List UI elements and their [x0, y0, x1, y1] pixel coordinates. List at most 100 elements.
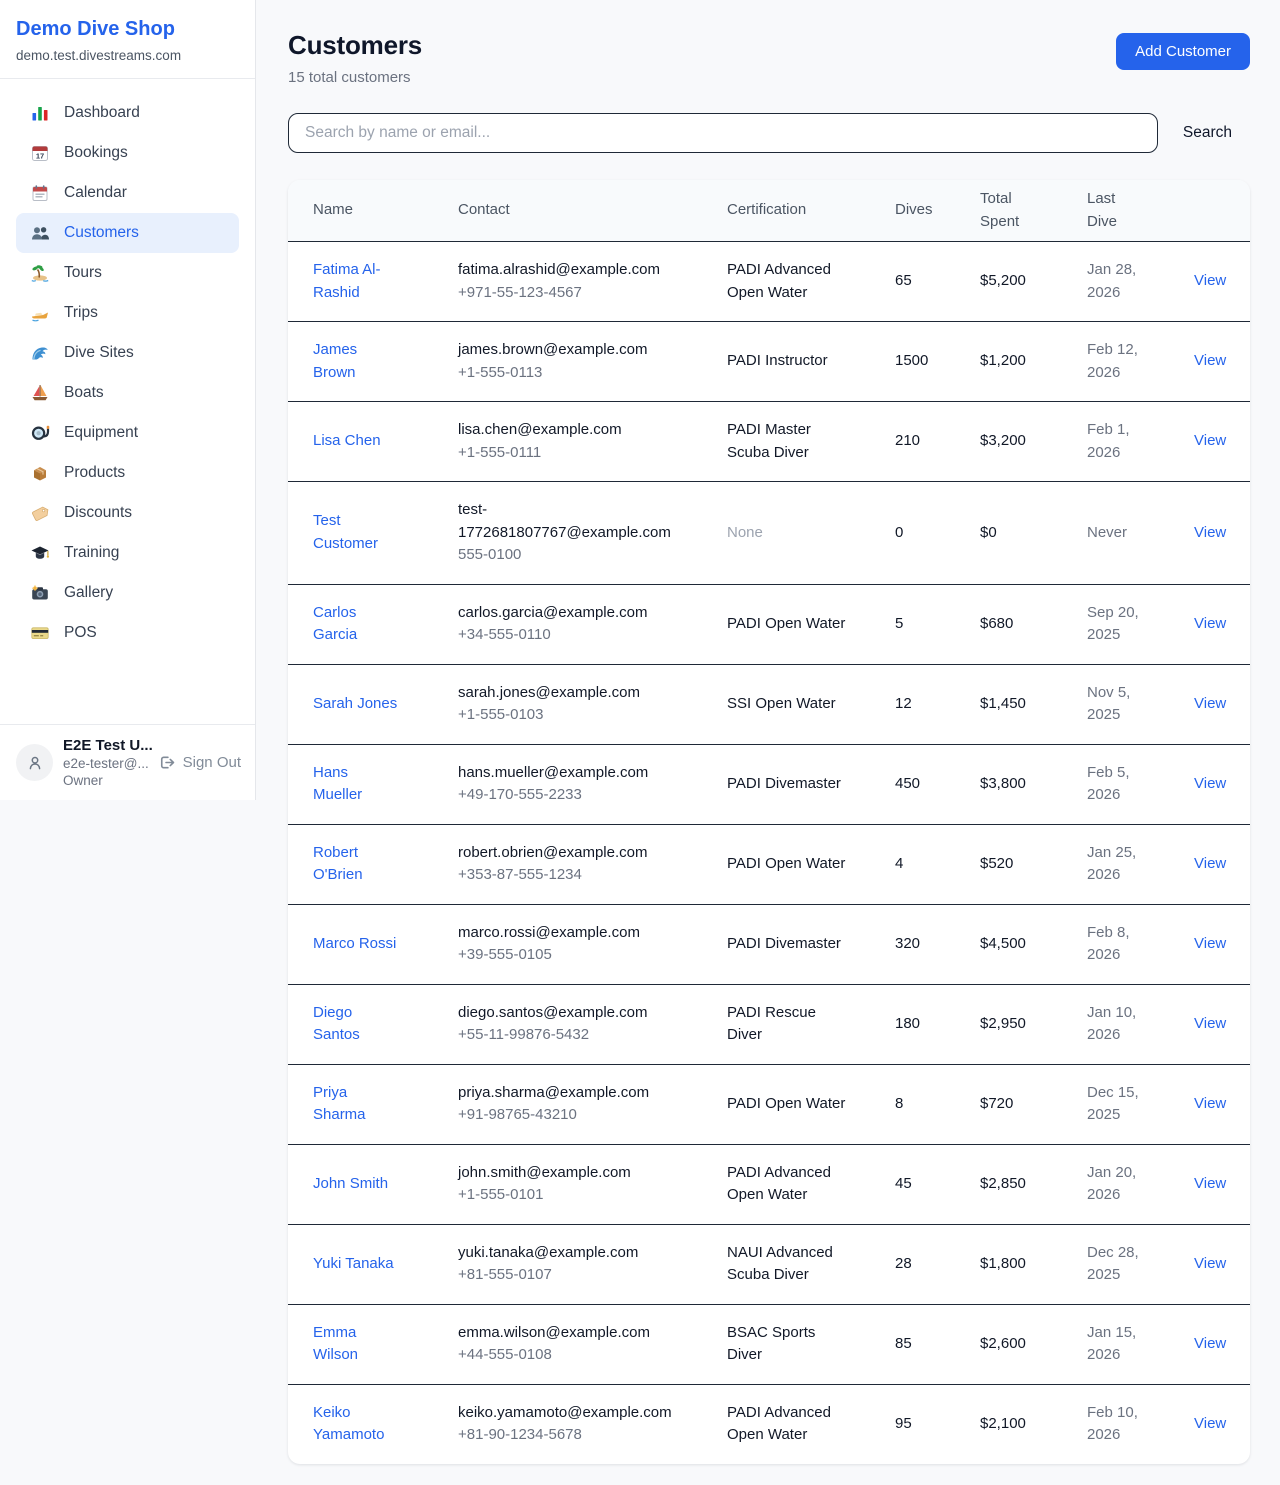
action-cell: View	[1194, 984, 1250, 1064]
sidebar-item-boats[interactable]: Boats	[16, 373, 239, 413]
view-link[interactable]: View	[1194, 1095, 1226, 1112]
view-link[interactable]: View	[1194, 1175, 1226, 1192]
action-cell: View	[1194, 1224, 1250, 1304]
last-dive-cell: Dec 28, 2025	[1087, 1224, 1194, 1304]
customer-phone: +1-555-0111	[458, 442, 678, 465]
contact-cell: marco.rossi@example.com+39-555-0105	[458, 904, 727, 984]
certification-text: PADI Advanced Open Water	[727, 1164, 831, 1204]
last-dive-cell: Jan 15, 2026	[1087, 1304, 1194, 1384]
action-cell: View	[1194, 904, 1250, 984]
customer-phone: +39-555-0105	[458, 944, 678, 967]
sidebar-item-gallery[interactable]: Gallery	[16, 573, 239, 613]
contact-cell: sarah.jones@example.com+1-555-0103	[458, 664, 727, 744]
sidebar-item-customers[interactable]: Customers	[16, 213, 239, 253]
last-dive-cell: Dec 15, 2025	[1087, 1064, 1194, 1144]
sidebar-item-label: Discounts	[64, 504, 132, 522]
view-link[interactable]: View	[1194, 352, 1226, 369]
view-link[interactable]: View	[1194, 272, 1226, 289]
view-link[interactable]: View	[1194, 1335, 1226, 1352]
action-cell: View	[1194, 1144, 1250, 1224]
view-link[interactable]: View	[1194, 432, 1226, 449]
customer-email: john.smith@example.com	[458, 1162, 678, 1185]
certification-text: PADI Advanced Open Water	[727, 261, 831, 301]
sidebar-item-label: Products	[64, 464, 125, 482]
customer-name-link[interactable]: Fatima Al-Rashid	[313, 261, 381, 301]
customer-phone: +81-90-1234-5678	[458, 1424, 678, 1447]
customer-name-link[interactable]: Robert O'Brien	[313, 844, 363, 884]
contact-cell: james.brown@example.com+1-555-0113	[458, 322, 727, 402]
table-row: Sarah Jones sarah.jones@example.com+1-555…	[288, 664, 1250, 744]
search-button[interactable]: Search	[1158, 124, 1250, 142]
table-row: Keiko Yamamotokeiko.yamamoto@example.com…	[288, 1384, 1250, 1464]
table-row: Lisa Chenlisa.chen@example.com+1-555-011…	[288, 402, 1250, 482]
add-customer-button[interactable]: Add Customer	[1116, 33, 1250, 70]
bookings-icon: 17	[30, 143, 50, 163]
total-spent-cell: $0	[980, 482, 1087, 585]
customer-name-link[interactable]: Test Customer	[313, 512, 378, 552]
view-link[interactable]: View	[1194, 1415, 1226, 1432]
sidebar-item-training[interactable]: Training	[16, 533, 239, 573]
certification-cell: PADI Open Water	[727, 824, 895, 904]
name-cell: Hans Mueller	[288, 744, 458, 824]
table-row: Fatima Al-Rashidfatima.alrashid@example.…	[288, 242, 1250, 322]
name-cell: Carlos Garcia	[288, 584, 458, 664]
sidebar-item-dive-sites[interactable]: Dive Sites	[16, 333, 239, 373]
view-link[interactable]: View	[1194, 524, 1226, 541]
certification-cell: NAUI Advanced Scuba Diver	[727, 1224, 895, 1304]
customer-name-link[interactable]: Sarah Jones	[313, 695, 397, 712]
customer-name-link[interactable]: Lisa Chen	[313, 432, 381, 449]
certification-text: PADI Master Scuba Diver	[727, 421, 811, 461]
column-header-actions	[1194, 180, 1250, 242]
customer-name-link[interactable]: Yuki Tanaka	[313, 1255, 394, 1272]
dive-sites-icon	[30, 343, 50, 363]
sidebar-item-label: POS	[64, 624, 97, 642]
customer-name-link[interactable]: Priya Sharma	[313, 1084, 366, 1124]
training-icon	[30, 543, 50, 563]
sidebar-item-dashboard[interactable]: Dashboard	[16, 93, 239, 133]
customer-name-link[interactable]: Keiko Yamamoto	[313, 1404, 384, 1444]
sidebar-item-trips[interactable]: Trips	[16, 293, 239, 333]
search-input[interactable]	[288, 113, 1158, 153]
customer-name-link[interactable]: Diego Santos	[313, 1004, 360, 1044]
customer-name-link[interactable]: Hans Mueller	[313, 764, 362, 804]
action-cell: View	[1194, 1064, 1250, 1144]
action-cell: View	[1194, 744, 1250, 824]
contact-cell: emma.wilson@example.com+44-555-0108	[458, 1304, 727, 1384]
sidebar-item-calendar[interactable]: Calendar	[16, 173, 239, 213]
sidebar-item-bookings[interactable]: 17Bookings	[16, 133, 239, 173]
sidebar-item-label: Customers	[64, 224, 139, 242]
dives-cell: 0	[895, 482, 980, 585]
customer-name-link[interactable]: James Brown	[313, 341, 357, 381]
view-link[interactable]: View	[1194, 1015, 1226, 1032]
view-link[interactable]: View	[1194, 935, 1226, 952]
certification-text: PADI Instructor	[727, 352, 828, 369]
sign-out-button[interactable]: Sign Out	[157, 753, 241, 772]
view-link[interactable]: View	[1194, 855, 1226, 872]
sidebar-item-tours[interactable]: Tours	[16, 253, 239, 293]
view-link[interactable]: View	[1194, 1255, 1226, 1272]
last-dive-cell: Nov 5, 2025	[1087, 664, 1194, 744]
customer-name-link[interactable]: Emma Wilson	[313, 1324, 358, 1364]
table-row: Priya Sharmapriya.sharma@example.com+91-…	[288, 1064, 1250, 1144]
certification-cell: PADI Open Water	[727, 584, 895, 664]
total-spent-cell: $3,200	[980, 402, 1087, 482]
customer-name-link[interactable]: John Smith	[313, 1175, 388, 1192]
customer-name-link[interactable]: Carlos Garcia	[313, 604, 357, 644]
sidebar-item-products[interactable]: Products	[16, 453, 239, 493]
customer-phone: +1-555-0113	[458, 362, 678, 385]
certification-cell: PADI Instructor	[727, 322, 895, 402]
name-cell: John Smith	[288, 1144, 458, 1224]
certification-text: BSAC Sports Diver	[727, 1324, 815, 1364]
view-link[interactable]: View	[1194, 775, 1226, 792]
dives-cell: 65	[895, 242, 980, 322]
customer-name-link[interactable]: Marco Rossi	[313, 935, 396, 952]
customers-table: NameContactCertificationDivesTotal Spent…	[288, 180, 1250, 1464]
sidebar-item-pos[interactable]: POS	[16, 613, 239, 653]
column-header-contact: Contact	[458, 180, 727, 242]
view-link[interactable]: View	[1194, 615, 1226, 632]
sidebar-item-equipment[interactable]: Equipment	[16, 413, 239, 453]
certification-text: PADI Rescue Diver	[727, 1004, 816, 1044]
sidebar-item-discounts[interactable]: Discounts	[16, 493, 239, 533]
certification-text: None	[727, 524, 763, 541]
view-link[interactable]: View	[1194, 695, 1226, 712]
